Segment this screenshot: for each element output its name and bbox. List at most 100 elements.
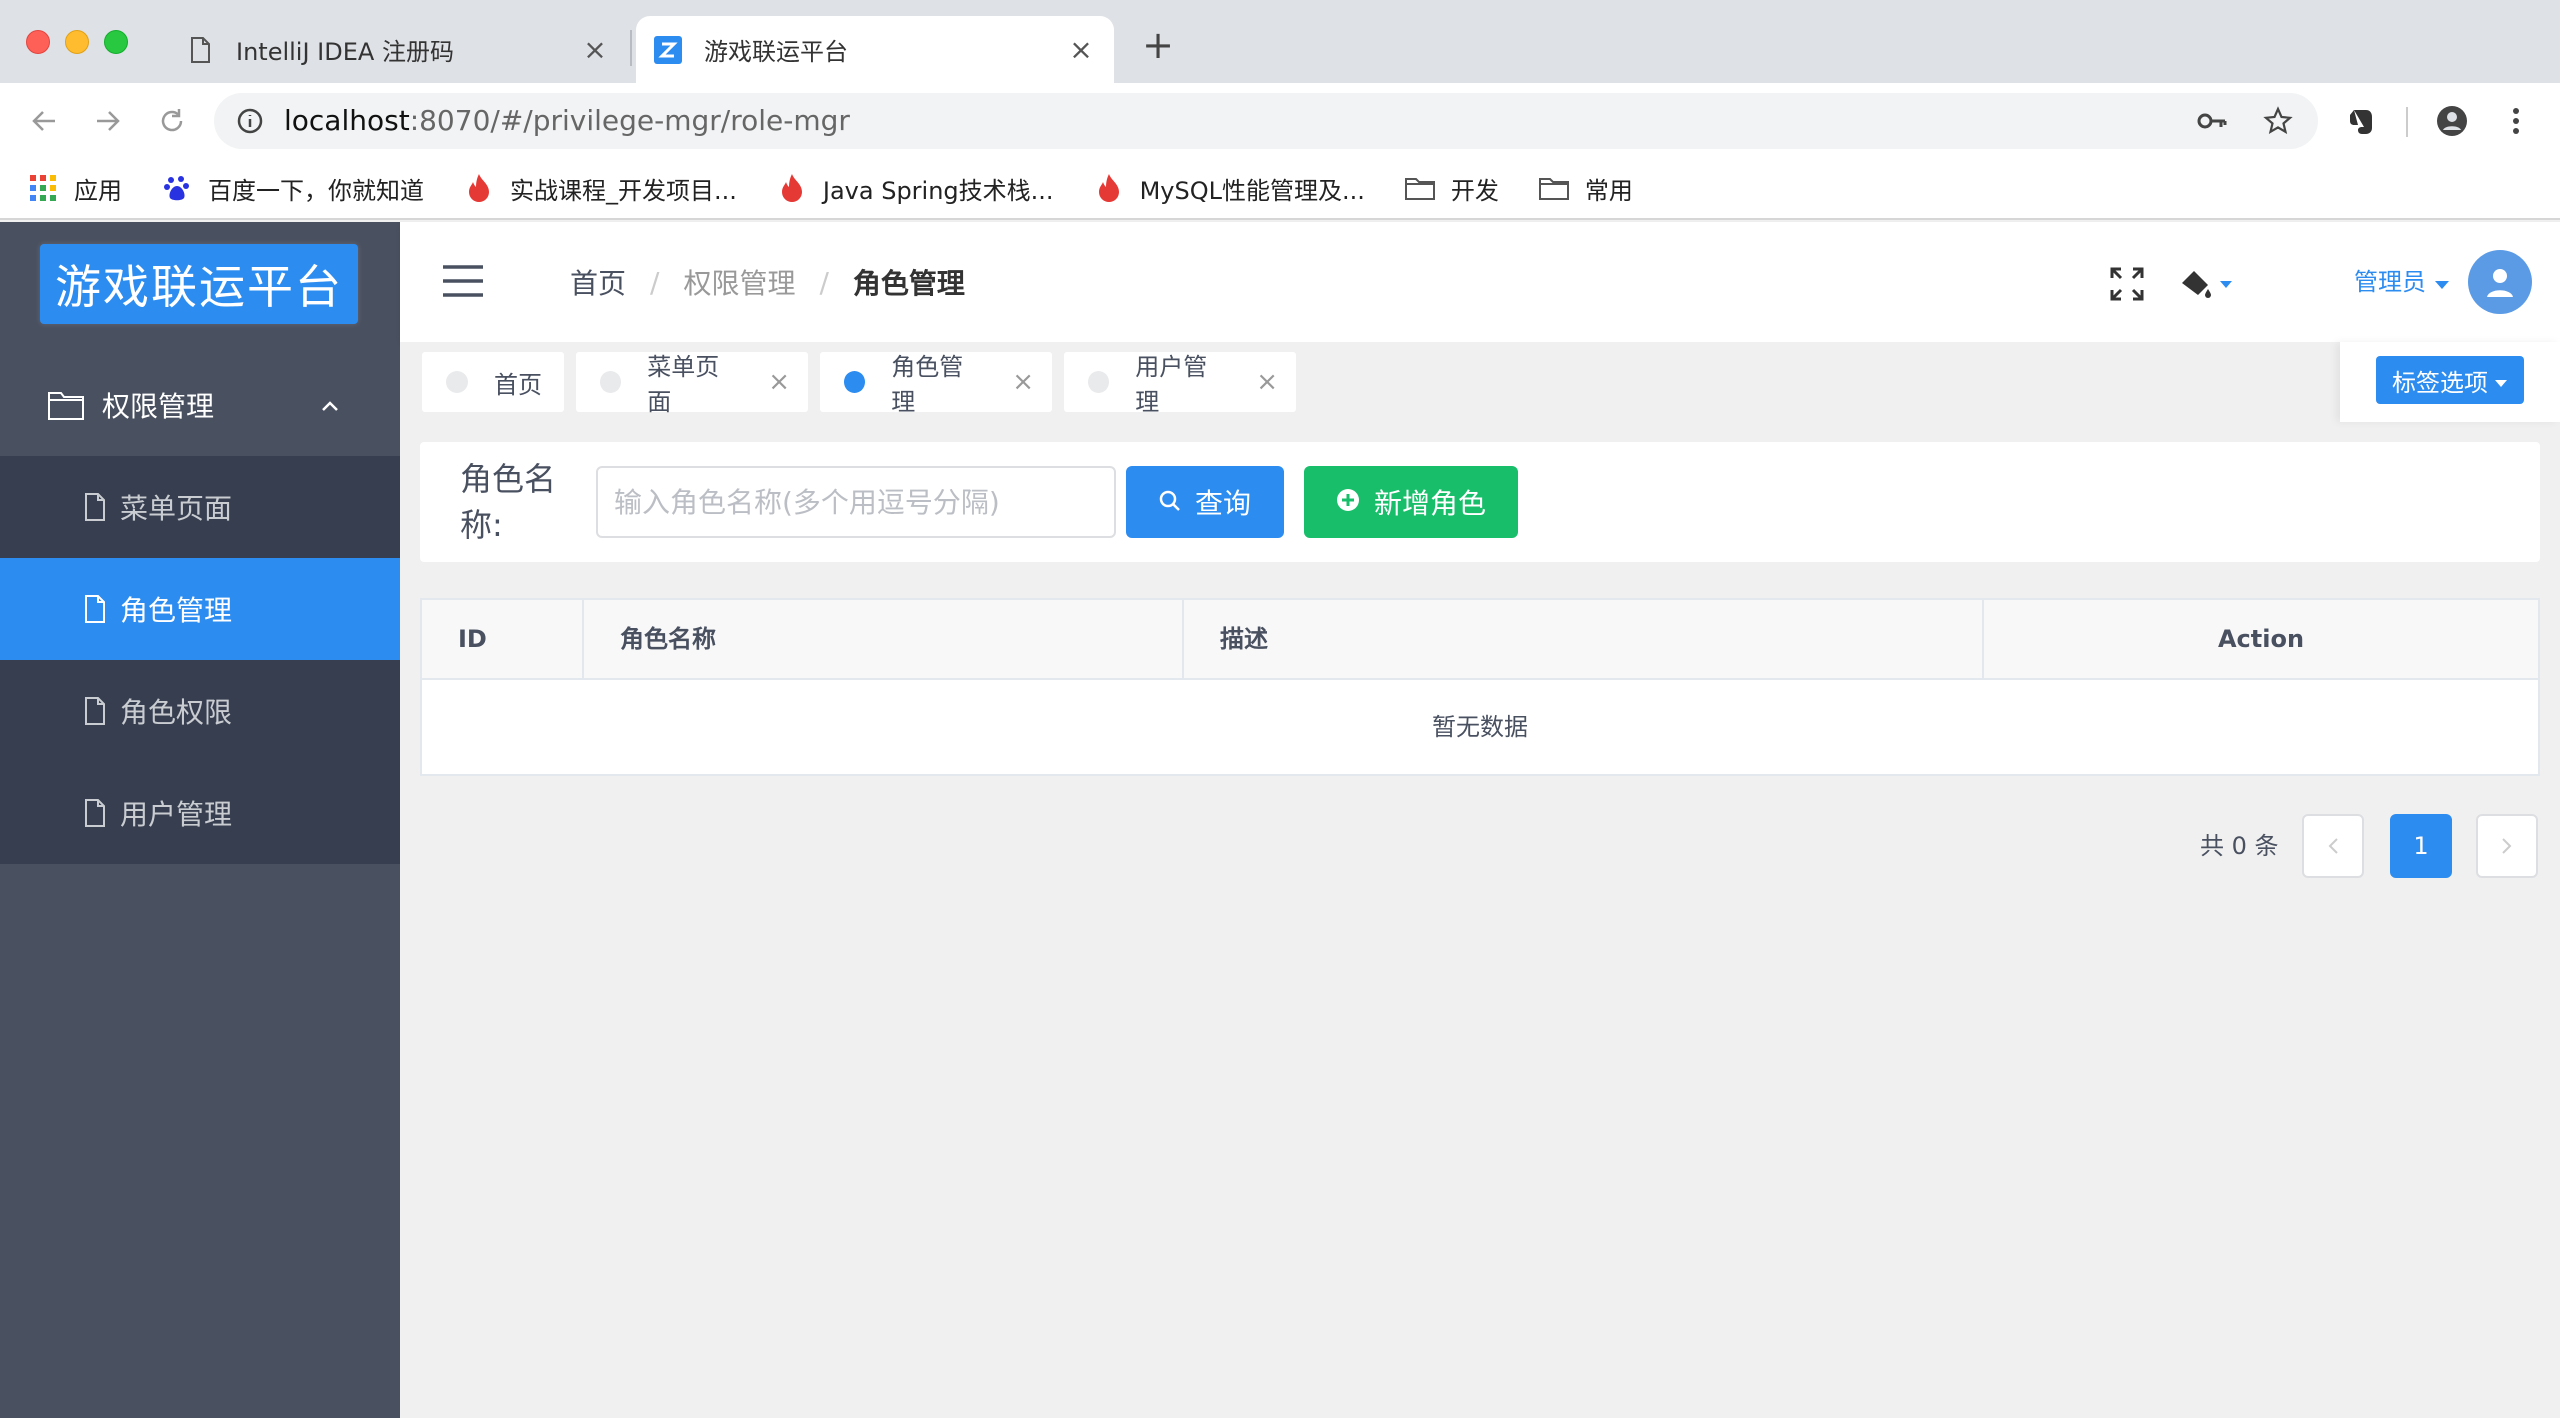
page-button-current[interactable]: 1	[2390, 814, 2452, 878]
tag-status-dot	[446, 371, 468, 393]
plus-circle-icon	[1336, 486, 1360, 519]
file-icon	[84, 595, 106, 623]
forward-button[interactable]	[88, 101, 128, 141]
sidebar-item-label: 菜单页面	[120, 492, 233, 525]
add-role-button[interactable]: 新增角色	[1304, 466, 1518, 538]
window-zoom-button[interactable]	[104, 30, 128, 54]
evernote-extension-icon[interactable]	[2342, 101, 2382, 141]
browser-tab-active[interactable]: 游戏联运平台 ×	[636, 16, 1114, 83]
close-icon[interactable]: ×	[1256, 367, 1278, 397]
sidebar-group-privilege[interactable]: 权限管理	[0, 354, 400, 456]
chevron-right-icon	[2502, 838, 2512, 854]
window-minimize-button[interactable]	[65, 30, 89, 54]
table-empty-text: 暂无数据	[1432, 713, 1528, 741]
query-button[interactable]: 查询	[1126, 466, 1284, 538]
bookmark-folder-common[interactable]: 常用	[1538, 171, 1633, 206]
folder-icon	[1538, 173, 1569, 203]
flame-icon	[464, 173, 494, 203]
sidebar-group-label: 权限管理	[102, 390, 215, 423]
tag-status-dot	[1088, 371, 1110, 393]
browser-tab-title: 游戏联运平台	[704, 38, 848, 66]
file-icon	[84, 493, 106, 521]
url-text: localhost:8070/#/privilege-mgr/role-mgr	[284, 104, 850, 137]
sidebar-item-role-mgr[interactable]: 角色管理	[0, 558, 400, 660]
app-logo[interactable]: 游戏联运平台	[40, 244, 358, 324]
sidebar: 游戏联运平台 权限管理 菜单页面 角色管理 角色权限 用户管理	[0, 222, 400, 1418]
folder-icon	[1404, 173, 1435, 203]
reload-button[interactable]	[152, 101, 192, 141]
close-icon[interactable]: ×	[768, 367, 790, 397]
bookmark-baidu[interactable]: 百度一下，你就知道	[162, 171, 424, 206]
breadcrumb-home[interactable]: 首页	[570, 262, 626, 302]
key-icon[interactable]	[2196, 105, 2228, 137]
tag-status-dot	[600, 371, 622, 393]
flame-icon	[777, 173, 807, 203]
user-name-label: 管理员	[2354, 268, 2426, 296]
browser-tab-title: IntelliJ IDEA 注册码	[236, 38, 454, 66]
new-tab-button[interactable]: +	[1140, 26, 1176, 64]
tag-options-container: 标签选项	[2340, 342, 2560, 422]
tag-role-mgr[interactable]: 角色管理 ×	[820, 352, 1052, 416]
roles-table: ID 角色名称 描述 Action 暂无数据	[420, 598, 2540, 776]
column-header-action: Action	[1982, 600, 2538, 678]
sidebar-item-role-permission[interactable]: 角色权限	[0, 660, 400, 762]
address-bar[interactable]: localhost:8070/#/privilege-mgr/role-mgr	[214, 93, 2318, 149]
bookmark-course[interactable]: 实战课程_开发项目...	[464, 171, 737, 206]
info-icon[interactable]	[236, 107, 264, 135]
flame-icon	[1094, 173, 1124, 203]
chevron-up-icon	[318, 392, 342, 416]
toolbar-divider	[2406, 107, 2408, 137]
tag-menu-page[interactable]: 菜单页面 ×	[576, 352, 808, 416]
bookmark-star-icon[interactable]	[2262, 105, 2294, 137]
next-page-button[interactable]	[2476, 814, 2538, 878]
tag-status-dot	[844, 371, 866, 393]
browser-toolbar: localhost:8070/#/privilege-mgr/role-mgr	[0, 83, 2560, 158]
breadcrumb: 首页 / 权限管理 / 角色管理	[570, 222, 965, 342]
hamburger-menu-icon[interactable]	[442, 264, 484, 298]
pagination-total: 共 0 条	[2200, 832, 2279, 860]
sidebar-item-label: 角色权限	[120, 696, 233, 729]
tag-user-mgr[interactable]: 用户管理 ×	[1064, 352, 1296, 416]
table-header: ID 角色名称 描述 Action	[422, 600, 2538, 680]
column-header-role-name: 角色名称	[582, 600, 1182, 678]
user-menu[interactable]: 管理员	[2354, 262, 2450, 302]
close-tab-icon[interactable]: ×	[580, 33, 610, 66]
avatar[interactable]	[2468, 250, 2532, 314]
fullscreen-icon[interactable]	[2110, 264, 2144, 304]
tags-bar: 首页 菜单页面 × 角色管理 × 用户管理 × 标签选项	[400, 342, 2560, 422]
profile-icon[interactable]	[2432, 101, 2472, 141]
prev-page-button[interactable]	[2302, 814, 2364, 878]
back-button[interactable]	[24, 101, 64, 141]
bookmark-folder-dev[interactable]: 开发	[1404, 171, 1499, 206]
role-name-label: 角色名称:	[460, 460, 557, 544]
tag-options-button[interactable]: 标签选项	[2376, 356, 2524, 404]
apps-grid-icon	[28, 173, 58, 203]
breadcrumb-privilege[interactable]: 权限管理	[683, 262, 795, 302]
chevron-left-icon	[2328, 838, 2338, 854]
browser-tab-intellij[interactable]: IntelliJ IDEA 注册码 ×	[168, 16, 628, 83]
breadcrumb-separator: /	[819, 265, 829, 299]
close-icon[interactable]: ×	[1012, 367, 1034, 397]
tab-divider	[630, 30, 632, 66]
close-tab-icon[interactable]: ×	[1066, 33, 1096, 66]
caret-down-icon	[2494, 366, 2508, 394]
window-close-button[interactable]	[26, 30, 50, 54]
breadcrumb-separator: /	[650, 265, 660, 299]
document-icon	[186, 35, 214, 65]
theme-paint-icon[interactable]	[2178, 264, 2238, 304]
role-name-search-input[interactable]	[596, 466, 1116, 538]
sidebar-item-user-mgr[interactable]: 用户管理	[0, 762, 400, 864]
bookmark-java-spring[interactable]: Java Spring技术栈...	[777, 171, 1054, 206]
search-form: 角色名称: 查询 新增角色	[420, 442, 2540, 562]
column-header-description: 描述	[1182, 600, 1982, 678]
bookmark-apps[interactable]: 应用	[28, 171, 122, 206]
menu-kebab-icon[interactable]	[2496, 101, 2536, 141]
baidu-paw-icon	[162, 173, 192, 203]
bookmark-mysql[interactable]: MySQL性能管理及...	[1094, 171, 1365, 206]
tag-home[interactable]: 首页	[422, 352, 564, 412]
sidebar-submenu: 菜单页面 角色管理 角色权限 用户管理	[0, 456, 400, 864]
bookmarks-bar: 应用 百度一下，你就知道 实战课程_开发项目... Java Spring技术栈…	[0, 158, 2560, 220]
sidebar-item-label: 角色管理	[120, 594, 233, 627]
folder-icon	[48, 390, 84, 420]
sidebar-item-menu-page[interactable]: 菜单页面	[0, 456, 400, 558]
